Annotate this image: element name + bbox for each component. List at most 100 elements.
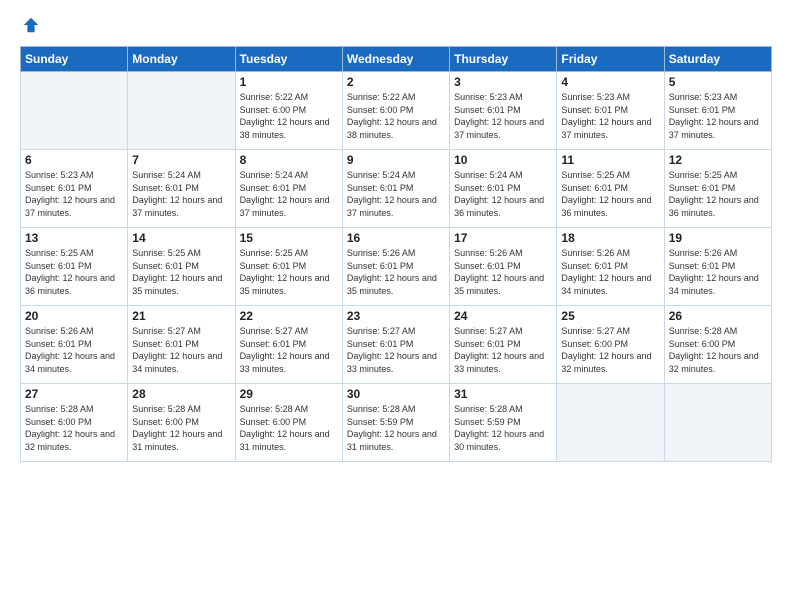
logo-icon bbox=[22, 16, 40, 34]
day-number: 10 bbox=[454, 153, 552, 167]
calendar-cell: 19 Sunrise: 5:26 AMSunset: 6:01 PMDayligh… bbox=[664, 228, 771, 306]
day-detail: Sunrise: 5:27 AMSunset: 6:00 PMDaylight:… bbox=[561, 325, 659, 375]
calendar-cell: 1 Sunrise: 5:22 AMSunset: 6:00 PMDaylight… bbox=[235, 72, 342, 150]
day-number: 11 bbox=[561, 153, 659, 167]
day-detail: Sunrise: 5:25 AMSunset: 6:01 PMDaylight:… bbox=[25, 247, 123, 297]
day-detail: Sunrise: 5:26 AMSunset: 6:01 PMDaylight:… bbox=[25, 325, 123, 375]
weekday-header-friday: Friday bbox=[557, 47, 664, 72]
calendar-cell: 20 Sunrise: 5:26 AMSunset: 6:01 PMDayligh… bbox=[21, 306, 128, 384]
calendar-cell: 23 Sunrise: 5:27 AMSunset: 6:01 PMDayligh… bbox=[342, 306, 449, 384]
day-detail: Sunrise: 5:25 AMSunset: 6:01 PMDaylight:… bbox=[669, 169, 767, 219]
day-number: 14 bbox=[132, 231, 230, 245]
calendar-cell: 22 Sunrise: 5:27 AMSunset: 6:01 PMDayligh… bbox=[235, 306, 342, 384]
day-number: 17 bbox=[454, 231, 552, 245]
header bbox=[20, 18, 772, 36]
calendar-cell: 28 Sunrise: 5:28 AMSunset: 6:00 PMDayligh… bbox=[128, 384, 235, 462]
day-detail: Sunrise: 5:23 AMSunset: 6:01 PMDaylight:… bbox=[454, 91, 552, 141]
day-detail: Sunrise: 5:27 AMSunset: 6:01 PMDaylight:… bbox=[240, 325, 338, 375]
day-detail: Sunrise: 5:28 AMSunset: 5:59 PMDaylight:… bbox=[347, 403, 445, 453]
day-number: 18 bbox=[561, 231, 659, 245]
day-number: 5 bbox=[669, 75, 767, 89]
day-number: 19 bbox=[669, 231, 767, 245]
calendar-cell bbox=[21, 72, 128, 150]
day-detail: Sunrise: 5:24 AMSunset: 6:01 PMDaylight:… bbox=[132, 169, 230, 219]
day-detail: Sunrise: 5:27 AMSunset: 6:01 PMDaylight:… bbox=[132, 325, 230, 375]
day-number: 4 bbox=[561, 75, 659, 89]
page: SundayMondayTuesdayWednesdayThursdayFrid… bbox=[0, 0, 792, 612]
day-detail: Sunrise: 5:25 AMSunset: 6:01 PMDaylight:… bbox=[240, 247, 338, 297]
day-detail: Sunrise: 5:26 AMSunset: 6:01 PMDaylight:… bbox=[669, 247, 767, 297]
weekday-header-tuesday: Tuesday bbox=[235, 47, 342, 72]
calendar-cell bbox=[664, 384, 771, 462]
day-number: 27 bbox=[25, 387, 123, 401]
calendar-cell: 16 Sunrise: 5:26 AMSunset: 6:01 PMDayligh… bbox=[342, 228, 449, 306]
day-detail: Sunrise: 5:22 AMSunset: 6:00 PMDaylight:… bbox=[347, 91, 445, 141]
day-number: 20 bbox=[25, 309, 123, 323]
day-number: 25 bbox=[561, 309, 659, 323]
calendar-header-row: SundayMondayTuesdayWednesdayThursdayFrid… bbox=[21, 47, 772, 72]
day-detail: Sunrise: 5:23 AMSunset: 6:01 PMDaylight:… bbox=[25, 169, 123, 219]
weekday-header-monday: Monday bbox=[128, 47, 235, 72]
calendar-cell: 10 Sunrise: 5:24 AMSunset: 6:01 PMDayligh… bbox=[450, 150, 557, 228]
day-number: 13 bbox=[25, 231, 123, 245]
calendar-cell: 29Sunrise: 5:28 AMSunset: 6:00 PMDayligh… bbox=[235, 384, 342, 462]
day-detail: Sunrise: 5:25 AMSunset: 6:01 PMDaylight:… bbox=[132, 247, 230, 297]
weekday-header-thursday: Thursday bbox=[450, 47, 557, 72]
calendar-cell: 9Sunrise: 5:24 AMSunset: 6:01 PMDaylight… bbox=[342, 150, 449, 228]
day-number: 29 bbox=[240, 387, 338, 401]
day-number: 2 bbox=[347, 75, 445, 89]
weekday-header-saturday: Saturday bbox=[664, 47, 771, 72]
day-number: 7 bbox=[132, 153, 230, 167]
calendar-cell: 25 Sunrise: 5:27 AMSunset: 6:00 PMDayligh… bbox=[557, 306, 664, 384]
day-detail: Sunrise: 5:25 AMSunset: 6:01 PMDaylight:… bbox=[561, 169, 659, 219]
day-detail: Sunrise: 5:26 AMSunset: 6:01 PMDaylight:… bbox=[347, 247, 445, 297]
day-number: 26 bbox=[669, 309, 767, 323]
day-detail: Sunrise: 5:28 AMSunset: 5:59 PMDaylight:… bbox=[454, 403, 552, 453]
day-number: 30 bbox=[347, 387, 445, 401]
day-detail: Sunrise: 5:27 AMSunset: 6:01 PMDaylight:… bbox=[347, 325, 445, 375]
day-number: 12 bbox=[669, 153, 767, 167]
logo bbox=[20, 18, 40, 36]
calendar-cell: 4 Sunrise: 5:23 AMSunset: 6:01 PMDaylight… bbox=[557, 72, 664, 150]
calendar-cell: 27 Sunrise: 5:28 AMSunset: 6:00 PMDayligh… bbox=[21, 384, 128, 462]
day-number: 15 bbox=[240, 231, 338, 245]
day-detail: Sunrise: 5:28 AMSunset: 6:00 PMDaylight:… bbox=[669, 325, 767, 375]
calendar-cell: 12 Sunrise: 5:25 AMSunset: 6:01 PMDayligh… bbox=[664, 150, 771, 228]
day-number: 6 bbox=[25, 153, 123, 167]
day-detail: Sunrise: 5:28 AMSunset: 6:00 PMDaylight:… bbox=[132, 403, 230, 453]
day-number: 9 bbox=[347, 153, 445, 167]
calendar-cell: 2 Sunrise: 5:22 AMSunset: 6:00 PMDaylight… bbox=[342, 72, 449, 150]
calendar-cell bbox=[128, 72, 235, 150]
day-number: 16 bbox=[347, 231, 445, 245]
day-number: 22 bbox=[240, 309, 338, 323]
calendar-cell: 21 Sunrise: 5:27 AMSunset: 6:01 PMDayligh… bbox=[128, 306, 235, 384]
day-detail: Sunrise: 5:24 AMSunset: 6:01 PMDaylight:… bbox=[454, 169, 552, 219]
calendar-cell: 13 Sunrise: 5:25 AMSunset: 6:01 PMDayligh… bbox=[21, 228, 128, 306]
calendar-cell: 24Sunrise: 5:27 AMSunset: 6:01 PMDayligh… bbox=[450, 306, 557, 384]
calendar-cell: 3Sunrise: 5:23 AMSunset: 6:01 PMDaylight… bbox=[450, 72, 557, 150]
day-number: 23 bbox=[347, 309, 445, 323]
day-number: 28 bbox=[132, 387, 230, 401]
calendar-cell: 11 Sunrise: 5:25 AMSunset: 6:01 PMDayligh… bbox=[557, 150, 664, 228]
calendar-cell: 18Sunrise: 5:26 AMSunset: 6:01 PMDayligh… bbox=[557, 228, 664, 306]
calendar-cell: 6 Sunrise: 5:23 AMSunset: 6:01 PMDaylight… bbox=[21, 150, 128, 228]
week-row-1: 1 Sunrise: 5:22 AMSunset: 6:00 PMDaylight… bbox=[21, 72, 772, 150]
calendar-cell: 5Sunrise: 5:23 AMSunset: 6:01 PMDaylight… bbox=[664, 72, 771, 150]
day-number: 31 bbox=[454, 387, 552, 401]
day-detail: Sunrise: 5:28 AMSunset: 6:00 PMDaylight:… bbox=[25, 403, 123, 453]
calendar-cell bbox=[557, 384, 664, 462]
calendar-cell: 7 Sunrise: 5:24 AMSunset: 6:01 PMDaylight… bbox=[128, 150, 235, 228]
day-detail: Sunrise: 5:26 AMSunset: 6:01 PMDaylight:… bbox=[454, 247, 552, 297]
week-row-3: 13 Sunrise: 5:25 AMSunset: 6:01 PMDayligh… bbox=[21, 228, 772, 306]
day-detail: Sunrise: 5:24 AMSunset: 6:01 PMDaylight:… bbox=[240, 169, 338, 219]
weekday-header-sunday: Sunday bbox=[21, 47, 128, 72]
day-detail: Sunrise: 5:23 AMSunset: 6:01 PMDaylight:… bbox=[561, 91, 659, 141]
week-row-5: 27 Sunrise: 5:28 AMSunset: 6:00 PMDayligh… bbox=[21, 384, 772, 462]
calendar-cell: 26 Sunrise: 5:28 AMSunset: 6:00 PMDayligh… bbox=[664, 306, 771, 384]
day-number: 21 bbox=[132, 309, 230, 323]
week-row-4: 20 Sunrise: 5:26 AMSunset: 6:01 PMDayligh… bbox=[21, 306, 772, 384]
calendar-cell: 15 Sunrise: 5:25 AMSunset: 6:01 PMDayligh… bbox=[235, 228, 342, 306]
day-detail: Sunrise: 5:22 AMSunset: 6:00 PMDaylight:… bbox=[240, 91, 338, 141]
day-number: 8 bbox=[240, 153, 338, 167]
day-number: 1 bbox=[240, 75, 338, 89]
